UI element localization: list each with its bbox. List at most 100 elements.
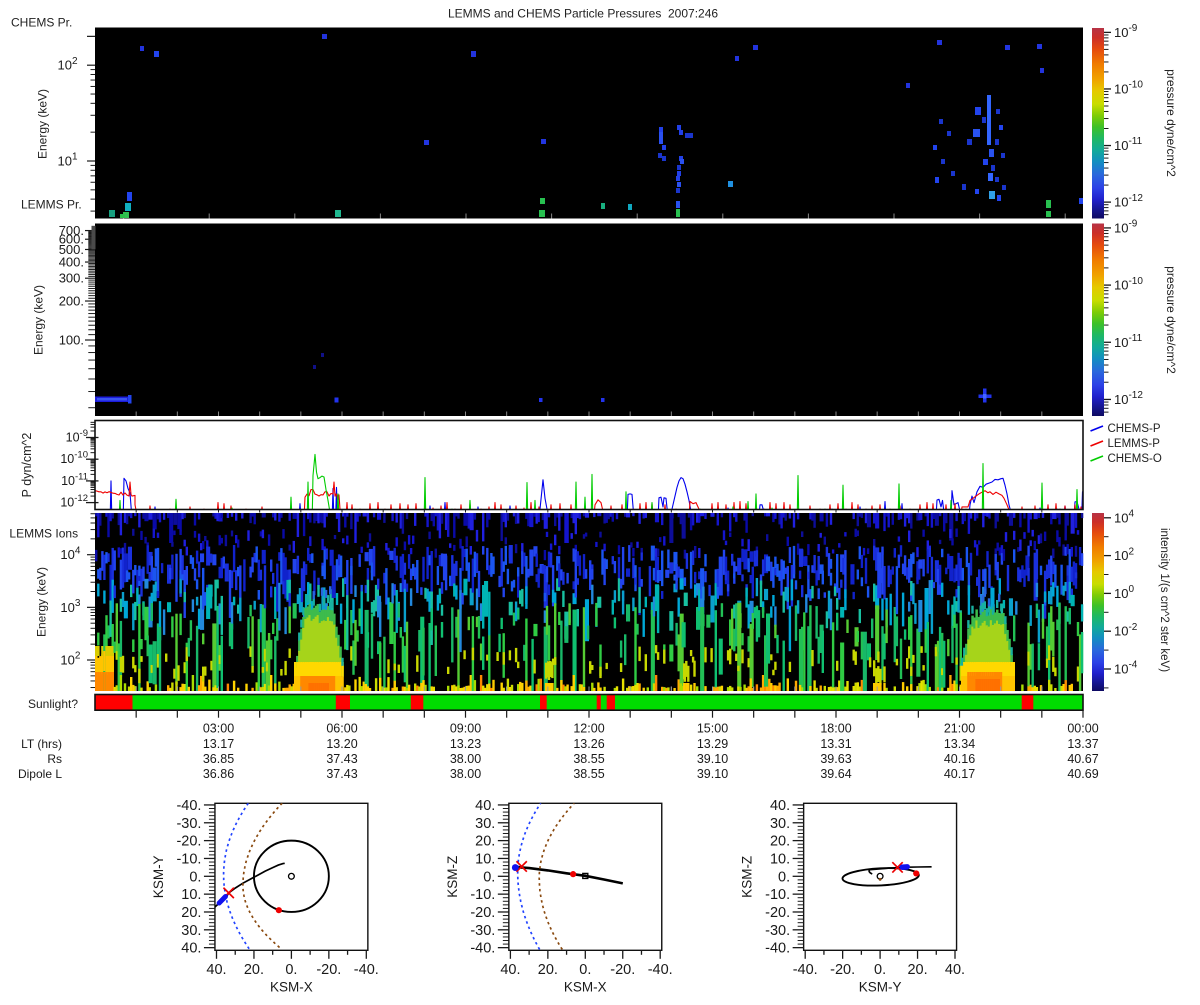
svg-text:LEMMS Pr.: LEMMS Pr. [21, 198, 82, 212]
svg-text:38.55: 38.55 [573, 752, 604, 766]
svg-text:10.: 10. [770, 851, 790, 867]
svg-text:300.: 300. [59, 271, 84, 286]
svg-text:400.: 400. [59, 255, 84, 270]
svg-text:-10.: -10. [765, 887, 790, 903]
svg-text:40.: 40. [475, 798, 495, 814]
svg-text:13.26: 13.26 [573, 737, 604, 751]
svg-text:39.63: 39.63 [820, 752, 851, 766]
svg-text:KSM-Y: KSM-Y [859, 980, 902, 995]
svg-text:13.20: 13.20 [326, 737, 357, 751]
svg-text:CHEMS-O: CHEMS-O [1108, 453, 1162, 465]
svg-text:LEMMS-P: LEMMS-P [1108, 438, 1161, 450]
svg-text:03:00: 03:00 [203, 722, 234, 736]
svg-text:40.: 40. [206, 962, 226, 978]
svg-text:15:00: 15:00 [697, 722, 728, 736]
svg-text:06:00: 06:00 [326, 722, 357, 736]
svg-text:20.: 20. [538, 962, 558, 978]
svg-text:38.55: 38.55 [573, 767, 604, 781]
svg-text:30.: 30. [770, 816, 790, 832]
svg-text:40.69: 40.69 [1067, 767, 1098, 781]
svg-text:0.: 0. [483, 869, 495, 885]
svg-text:-30.: -30. [176, 816, 201, 832]
svg-text:-40.: -40. [765, 941, 790, 957]
svg-text:100.: 100. [59, 333, 84, 348]
svg-text:LEMMS Ions: LEMMS Ions [9, 527, 78, 541]
svg-text:-20.: -20. [316, 962, 341, 978]
svg-text:200.: 200. [59, 294, 84, 309]
svg-text:10.: 10. [181, 887, 201, 903]
svg-text:30.: 30. [181, 923, 201, 939]
svg-text:LT (hrs): LT (hrs) [21, 737, 62, 751]
svg-text:13.17: 13.17 [203, 737, 234, 751]
svg-text:0.: 0. [778, 869, 790, 885]
svg-text:Rs: Rs [47, 752, 62, 766]
svg-text:40.67: 40.67 [1067, 752, 1098, 766]
svg-text:20.: 20. [181, 905, 201, 921]
svg-text:40.: 40. [770, 798, 790, 814]
svg-text:13.34: 13.34 [944, 737, 975, 751]
svg-text:-20.: -20. [176, 834, 201, 850]
svg-text:20.: 20. [244, 962, 264, 978]
svg-text:0.: 0. [189, 869, 201, 885]
svg-text:-40.: -40. [470, 941, 495, 957]
svg-text:KSM-Z: KSM-Z [740, 856, 755, 898]
svg-text:Energy (keV): Energy (keV) [36, 89, 50, 159]
svg-text:-40.: -40. [354, 962, 379, 978]
svg-text:00:00: 00:00 [1067, 722, 1098, 736]
svg-text:40.: 40. [181, 941, 201, 957]
svg-text:39.10: 39.10 [697, 752, 728, 766]
svg-text:13.23: 13.23 [450, 737, 481, 751]
svg-text:39.64: 39.64 [820, 767, 851, 781]
svg-text:21:00: 21:00 [944, 722, 975, 736]
svg-text:intensity 1/(s cm^2 ster keV): intensity 1/(s cm^2 ster keV) [1158, 528, 1170, 672]
svg-text:P dyn/cm^2: P dyn/cm^2 [20, 433, 34, 498]
svg-text:20.: 20. [907, 962, 927, 978]
svg-text:-20.: -20. [830, 962, 855, 978]
svg-text:0.: 0. [285, 962, 297, 978]
svg-text:Energy (keV): Energy (keV) [34, 567, 48, 637]
svg-text:KSM-Z: KSM-Z [445, 856, 460, 898]
svg-text:13.31: 13.31 [820, 737, 851, 751]
svg-text:37.43: 37.43 [326, 767, 357, 781]
svg-text:36.85: 36.85 [203, 752, 234, 766]
svg-text:20.: 20. [770, 834, 790, 850]
svg-text:CHEMS-P: CHEMS-P [1108, 423, 1161, 435]
svg-text:Energy (keV): Energy (keV) [32, 285, 46, 355]
svg-text:-30.: -30. [470, 923, 495, 939]
svg-text:LEMMS and CHEMS Particle Press: LEMMS and CHEMS Particle Pressures 2007:… [448, 7, 718, 21]
svg-text:-40.: -40. [793, 962, 818, 978]
svg-text:KSM-Y: KSM-Y [151, 855, 166, 898]
svg-text:CHEMS Pr.: CHEMS Pr. [11, 16, 72, 30]
svg-text:-10.: -10. [470, 887, 495, 903]
svg-text:-40.: -40. [648, 962, 673, 978]
svg-text:pressure dyne/cm^2: pressure dyne/cm^2 [1164, 69, 1178, 177]
svg-text:18:00: 18:00 [820, 722, 851, 736]
svg-text:39.10: 39.10 [697, 767, 728, 781]
svg-text:KSM-X: KSM-X [564, 980, 607, 995]
svg-text:09:00: 09:00 [450, 722, 481, 736]
svg-text:-40.: -40. [176, 798, 201, 814]
svg-text:0.: 0. [874, 962, 886, 978]
svg-text:10.: 10. [475, 851, 495, 867]
svg-text:38.00: 38.00 [450, 752, 481, 766]
svg-text:-30.: -30. [765, 923, 790, 939]
svg-text:pressure dyne/cm^2: pressure dyne/cm^2 [1164, 266, 1178, 374]
svg-text:13.37: 13.37 [1067, 737, 1098, 751]
svg-text:40.16: 40.16 [944, 752, 975, 766]
svg-text:40.: 40. [945, 962, 965, 978]
svg-text:40.17: 40.17 [944, 767, 975, 781]
svg-text:-20.: -20. [470, 905, 495, 921]
svg-text:-10.: -10. [176, 851, 201, 867]
svg-text:40.: 40. [500, 962, 520, 978]
svg-text:-20.: -20. [610, 962, 635, 978]
svg-text:Dipole L: Dipole L [18, 767, 62, 781]
svg-text:12:00: 12:00 [573, 722, 604, 736]
svg-text:30.: 30. [475, 816, 495, 832]
svg-text:20.: 20. [475, 834, 495, 850]
svg-text:37.43: 37.43 [326, 752, 357, 766]
svg-text:36.86: 36.86 [203, 767, 234, 781]
svg-text:KSM-X: KSM-X [270, 980, 313, 995]
svg-text:-20.: -20. [765, 905, 790, 921]
svg-text:Sunlight?: Sunlight? [28, 697, 78, 711]
svg-text:0.: 0. [579, 962, 591, 978]
